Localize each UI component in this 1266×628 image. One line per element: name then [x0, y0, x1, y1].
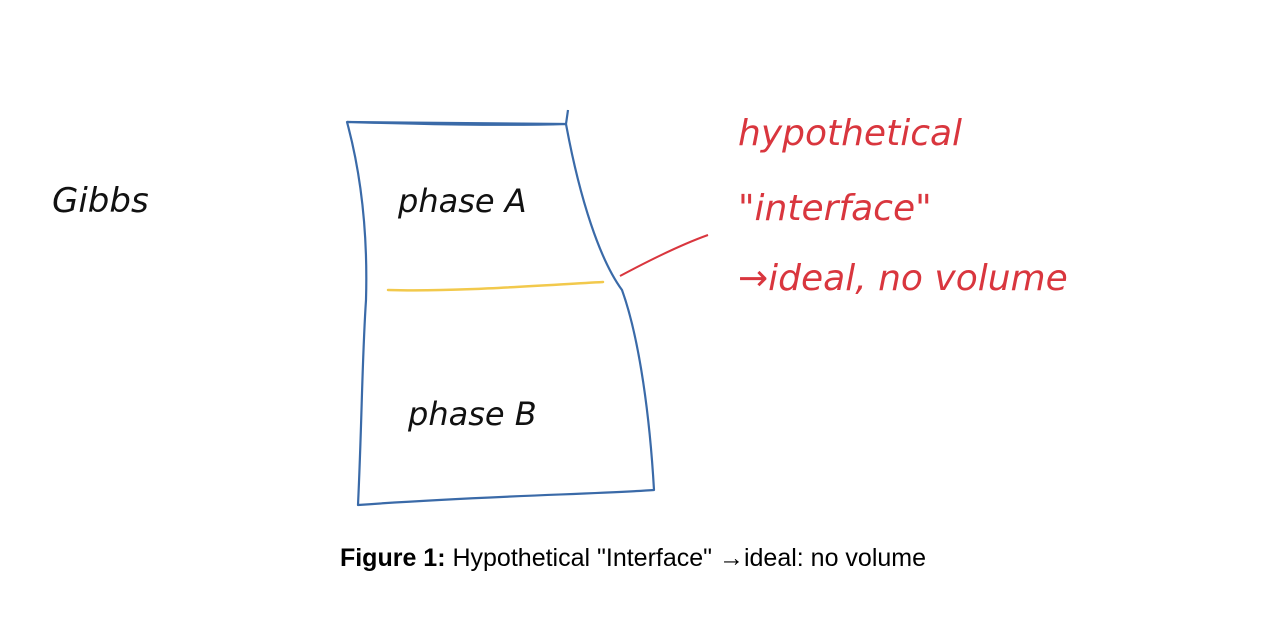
annotation-pointer-line — [619, 234, 709, 277]
sketch-diagram: Gibbs phase A phase B hypothetical "inte… — [52, 109, 1068, 507]
annotation-line-1: hypothetical — [738, 113, 962, 154]
gibbs-label: Gibbs — [52, 181, 149, 221]
caption-text: Hypothetical "Interface" →ideal: no volu… — [445, 544, 927, 572]
phase-container-outline — [345, 109, 656, 507]
phase-a-label: phase A — [397, 182, 527, 220]
interface-line — [386, 280, 605, 292]
annotation-line-2: "interface" — [738, 188, 932, 229]
phase-b-label: phase B — [407, 395, 537, 433]
annotation-line-3: →ideal, no volume — [738, 258, 1068, 299]
figure-number: Figure 1: — [339, 544, 446, 572]
figure-caption: Figure 1: Hypothetical "Interface" →idea… — [0, 544, 1266, 573]
